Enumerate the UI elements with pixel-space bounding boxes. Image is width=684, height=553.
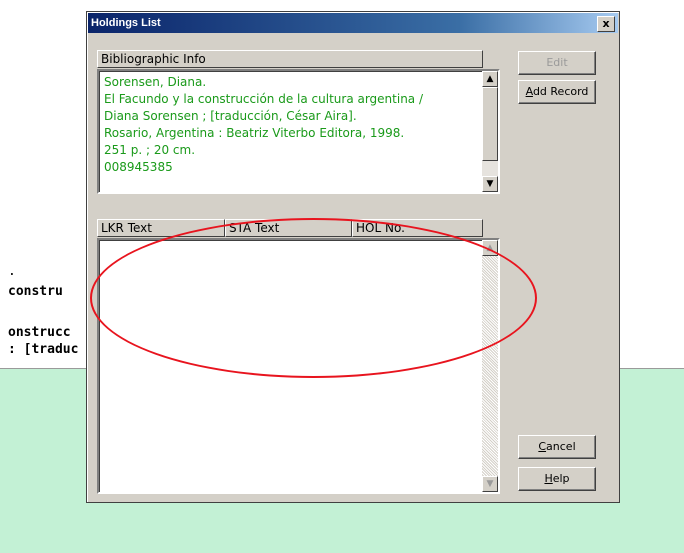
cancel-mnemonic: C bbox=[538, 440, 547, 453]
bib-line: El Facundo y la construcción de la cultu… bbox=[104, 92, 424, 106]
bibliographic-info-box[interactable]: Sorensen, Diana. El Facundo y la constru… bbox=[97, 69, 500, 194]
background-text-line: : [traduc bbox=[8, 342, 79, 357]
bib-line: 251 p. ; 20 cm. bbox=[104, 143, 196, 157]
cancel-label: ancel bbox=[546, 440, 576, 453]
bib-line: Diana Sorensen ; [traducción, César Aira… bbox=[104, 109, 357, 123]
add-record-button[interactable]: Add Record bbox=[518, 80, 596, 104]
add-record-label: dd Record bbox=[532, 85, 589, 98]
background-text-line: constru bbox=[8, 284, 63, 299]
background-text-line: onstrucc bbox=[8, 325, 71, 340]
dialog-title-bar[interactable]: Holdings List x bbox=[88, 13, 618, 33]
holdings-scrollbar[interactable]: ▲ ▼ bbox=[482, 240, 498, 492]
column-header-hol-no[interactable]: HOL No. bbox=[352, 219, 483, 237]
bib-line: Sorensen, Diana. bbox=[104, 75, 207, 89]
holdings-list-box[interactable]: ▲ ▼ bbox=[97, 238, 500, 494]
dialog-title: Holdings List bbox=[91, 17, 161, 29]
column-header-lkr-text[interactable]: LKR Text bbox=[97, 219, 225, 237]
bib-line: Rosario, Argentina : Beatriz Viterbo Edi… bbox=[104, 126, 405, 140]
scroll-up-icon[interactable]: ▲ bbox=[482, 71, 498, 87]
edit-button[interactable]: Edit bbox=[518, 51, 596, 75]
scroll-down-icon[interactable]: ▼ bbox=[482, 476, 498, 492]
bibliographic-info-header: Bibliographic Info bbox=[97, 50, 483, 68]
help-label: elp bbox=[552, 472, 570, 485]
scroll-down-icon[interactable]: ▼ bbox=[482, 176, 498, 192]
scroll-thumb[interactable] bbox=[482, 87, 498, 161]
cancel-button[interactable]: Cancel bbox=[518, 435, 596, 459]
background-text-line: . bbox=[8, 264, 16, 279]
bib-scrollbar[interactable]: ▲ ▼ bbox=[482, 71, 498, 192]
scroll-up-icon[interactable]: ▲ bbox=[482, 240, 498, 256]
close-icon[interactable]: x bbox=[597, 16, 615, 32]
help-mnemonic: H bbox=[544, 472, 553, 485]
holdings-list-dialog: Holdings List x Bibliographic Info Soren… bbox=[86, 11, 620, 503]
column-header-sta-text[interactable]: STA Text bbox=[225, 219, 352, 237]
add-record-mnemonic: A bbox=[525, 85, 533, 98]
bib-line: 008945385 bbox=[104, 160, 173, 174]
help-button[interactable]: Help bbox=[518, 467, 596, 491]
bibliographic-info-text: Sorensen, Diana. El Facundo y la constru… bbox=[104, 74, 478, 176]
